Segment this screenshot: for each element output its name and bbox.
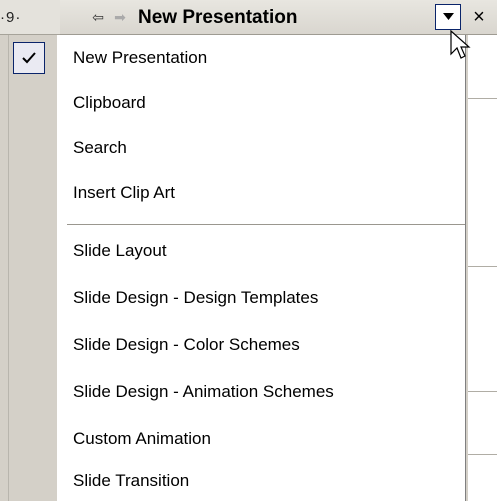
menu-item-label: Custom Animation: [73, 429, 211, 448]
menu-item-label: Slide Transition: [73, 471, 190, 490]
menu-item-search[interactable]: Search: [9, 128, 466, 168]
other-task-panes-dropdown-button[interactable]: [435, 4, 461, 30]
task-pane-title: New Presentation: [138, 7, 298, 28]
menu-item-slide-layout[interactable]: Slide Layout: [9, 231, 466, 271]
divider: [468, 98, 497, 99]
menu-item-clipboard[interactable]: Clipboard: [9, 83, 466, 123]
left-gutter: [0, 35, 8, 501]
menu-item-label: Clipboard: [73, 93, 146, 112]
menu-item-label: Slide Design - Color Schemes: [73, 335, 300, 354]
divider: [468, 266, 497, 267]
menu-item-label: Slide Design - Design Templates: [73, 288, 319, 307]
menu-item-slide-design-color-schemes[interactable]: Slide Design - Color Schemes: [9, 325, 466, 365]
task-pane-window: ·9· ⇦ ➡ New Presentation × New Presentat…: [0, 0, 497, 501]
back-arrow-icon[interactable]: ⇦: [88, 8, 108, 26]
menu-item-custom-animation[interactable]: Custom Animation: [9, 419, 466, 459]
menu-item-new-presentation[interactable]: New Presentation: [9, 38, 466, 78]
menu-separator: [67, 224, 465, 226]
menu-item-insert-clip-art[interactable]: Insert Clip Art: [9, 173, 466, 213]
checkmark-box: [13, 42, 45, 74]
menu-item-label: Insert Clip Art: [73, 183, 176, 202]
menu-item-slide-transition[interactable]: Slide Transition: [9, 461, 466, 501]
forward-arrow-icon[interactable]: ➡: [110, 8, 130, 26]
task-pane-menu: New Presentation Clipboard Search Insert…: [8, 35, 466, 501]
checkmark-icon: [22, 52, 36, 64]
chevron-down-icon: [443, 13, 454, 20]
divider: [468, 391, 497, 392]
mouse-pointer-icon: [450, 30, 471, 59]
menu-item-label: New Presentation: [73, 48, 208, 67]
menu-item-label: Slide Layout: [73, 241, 167, 260]
divider: [468, 454, 497, 455]
menu-item-label: Slide Design - Animation Schemes: [73, 382, 334, 401]
menu-item-slide-design-templates[interactable]: Slide Design - Design Templates: [9, 278, 466, 318]
task-pane-titlebar: ⇦ ➡ New Presentation ×: [60, 0, 497, 35]
menu-item-label: Search: [73, 138, 127, 157]
ruler: ·9·: [0, 0, 60, 35]
ruler-mark: ·9·: [0, 9, 22, 26]
close-button[interactable]: ×: [466, 4, 492, 30]
menu-item-slide-design-animation-schemes[interactable]: Slide Design - Animation Schemes: [9, 372, 466, 412]
task-pane-body-background: [468, 35, 497, 501]
